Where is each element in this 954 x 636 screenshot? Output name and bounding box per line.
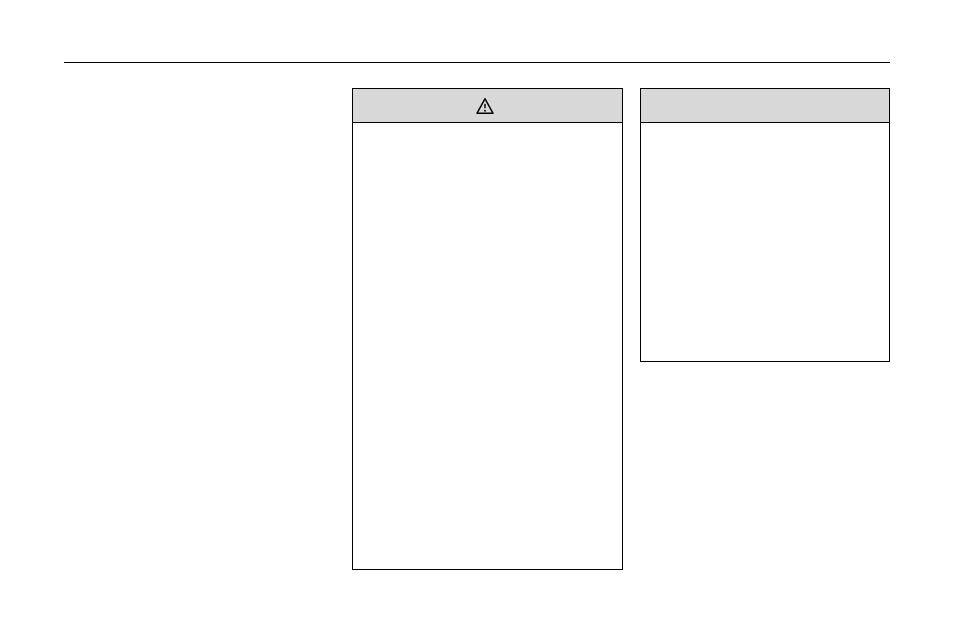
caution-box-header — [353, 89, 622, 123]
notice-box — [640, 88, 890, 362]
notice-box-header — [641, 89, 889, 123]
horizontal-rule — [64, 62, 890, 63]
notice-box-body — [641, 123, 889, 361]
page — [0, 0, 954, 636]
warning-triangle-icon — [476, 98, 494, 114]
caution-box-body — [353, 123, 622, 569]
caution-box — [352, 88, 623, 570]
